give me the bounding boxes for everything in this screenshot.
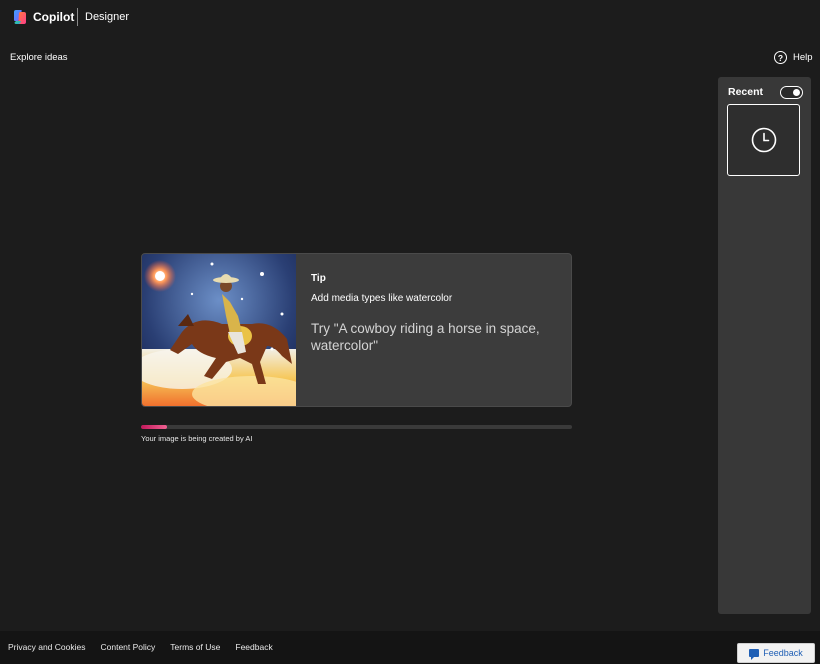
help-label: Help: [793, 52, 813, 63]
feedback-button[interactable]: Feedback: [737, 643, 815, 663]
footer: Privacy and Cookies Content Policy Terms o…: [0, 631, 820, 664]
recent-title: Recent: [728, 86, 764, 98]
tip-heading: Tip: [311, 273, 326, 284]
footer-link-feedback[interactable]: Feedback: [235, 642, 272, 652]
footer-link-terms-of-use[interactable]: Terms of Use: [170, 642, 220, 652]
footer-link-content-policy[interactable]: Content Policy: [100, 642, 155, 652]
header-divider: [77, 8, 78, 26]
product-name: Designer: [85, 11, 130, 23]
explore-ideas-link[interactable]: Explore ideas: [10, 52, 68, 63]
recent-item-placeholder[interactable]: [727, 104, 800, 176]
toggle-knob: [793, 88, 800, 96]
clock-icon: [751, 127, 776, 153]
feedback-button-label: Feedback: [763, 648, 803, 658]
footer-link-privacy-and-cookies[interactable]: Privacy and Cookies: [8, 642, 85, 652]
progress-status: Your image is being created by AI: [141, 434, 253, 443]
brand-name: Copilot: [33, 10, 75, 24]
progress-bar: [141, 425, 572, 429]
tip-example-prompt: Try "A cowboy riding a horse in space, w…: [311, 321, 540, 353]
top-bar: Copilot Designer: [0, 0, 820, 34]
question-circle-icon: ?: [774, 51, 787, 64]
tip-card: Tip Add media types like watercolor Try …: [141, 253, 572, 407]
recent-panel: Recent: [718, 77, 811, 614]
chat-bubble-icon: [749, 649, 760, 660]
copilot-logo-icon[interactable]: [12, 9, 28, 25]
recent-toggle[interactable]: [780, 86, 803, 99]
footer-links: Privacy and Cookies Content Policy Terms o…: [8, 642, 273, 652]
progress-fill: [141, 425, 167, 429]
tip-text: Add media types like watercolor: [311, 293, 453, 304]
cowboy-watercolor-image: [142, 254, 296, 406]
help-button[interactable]: ? Help: [774, 51, 813, 64]
